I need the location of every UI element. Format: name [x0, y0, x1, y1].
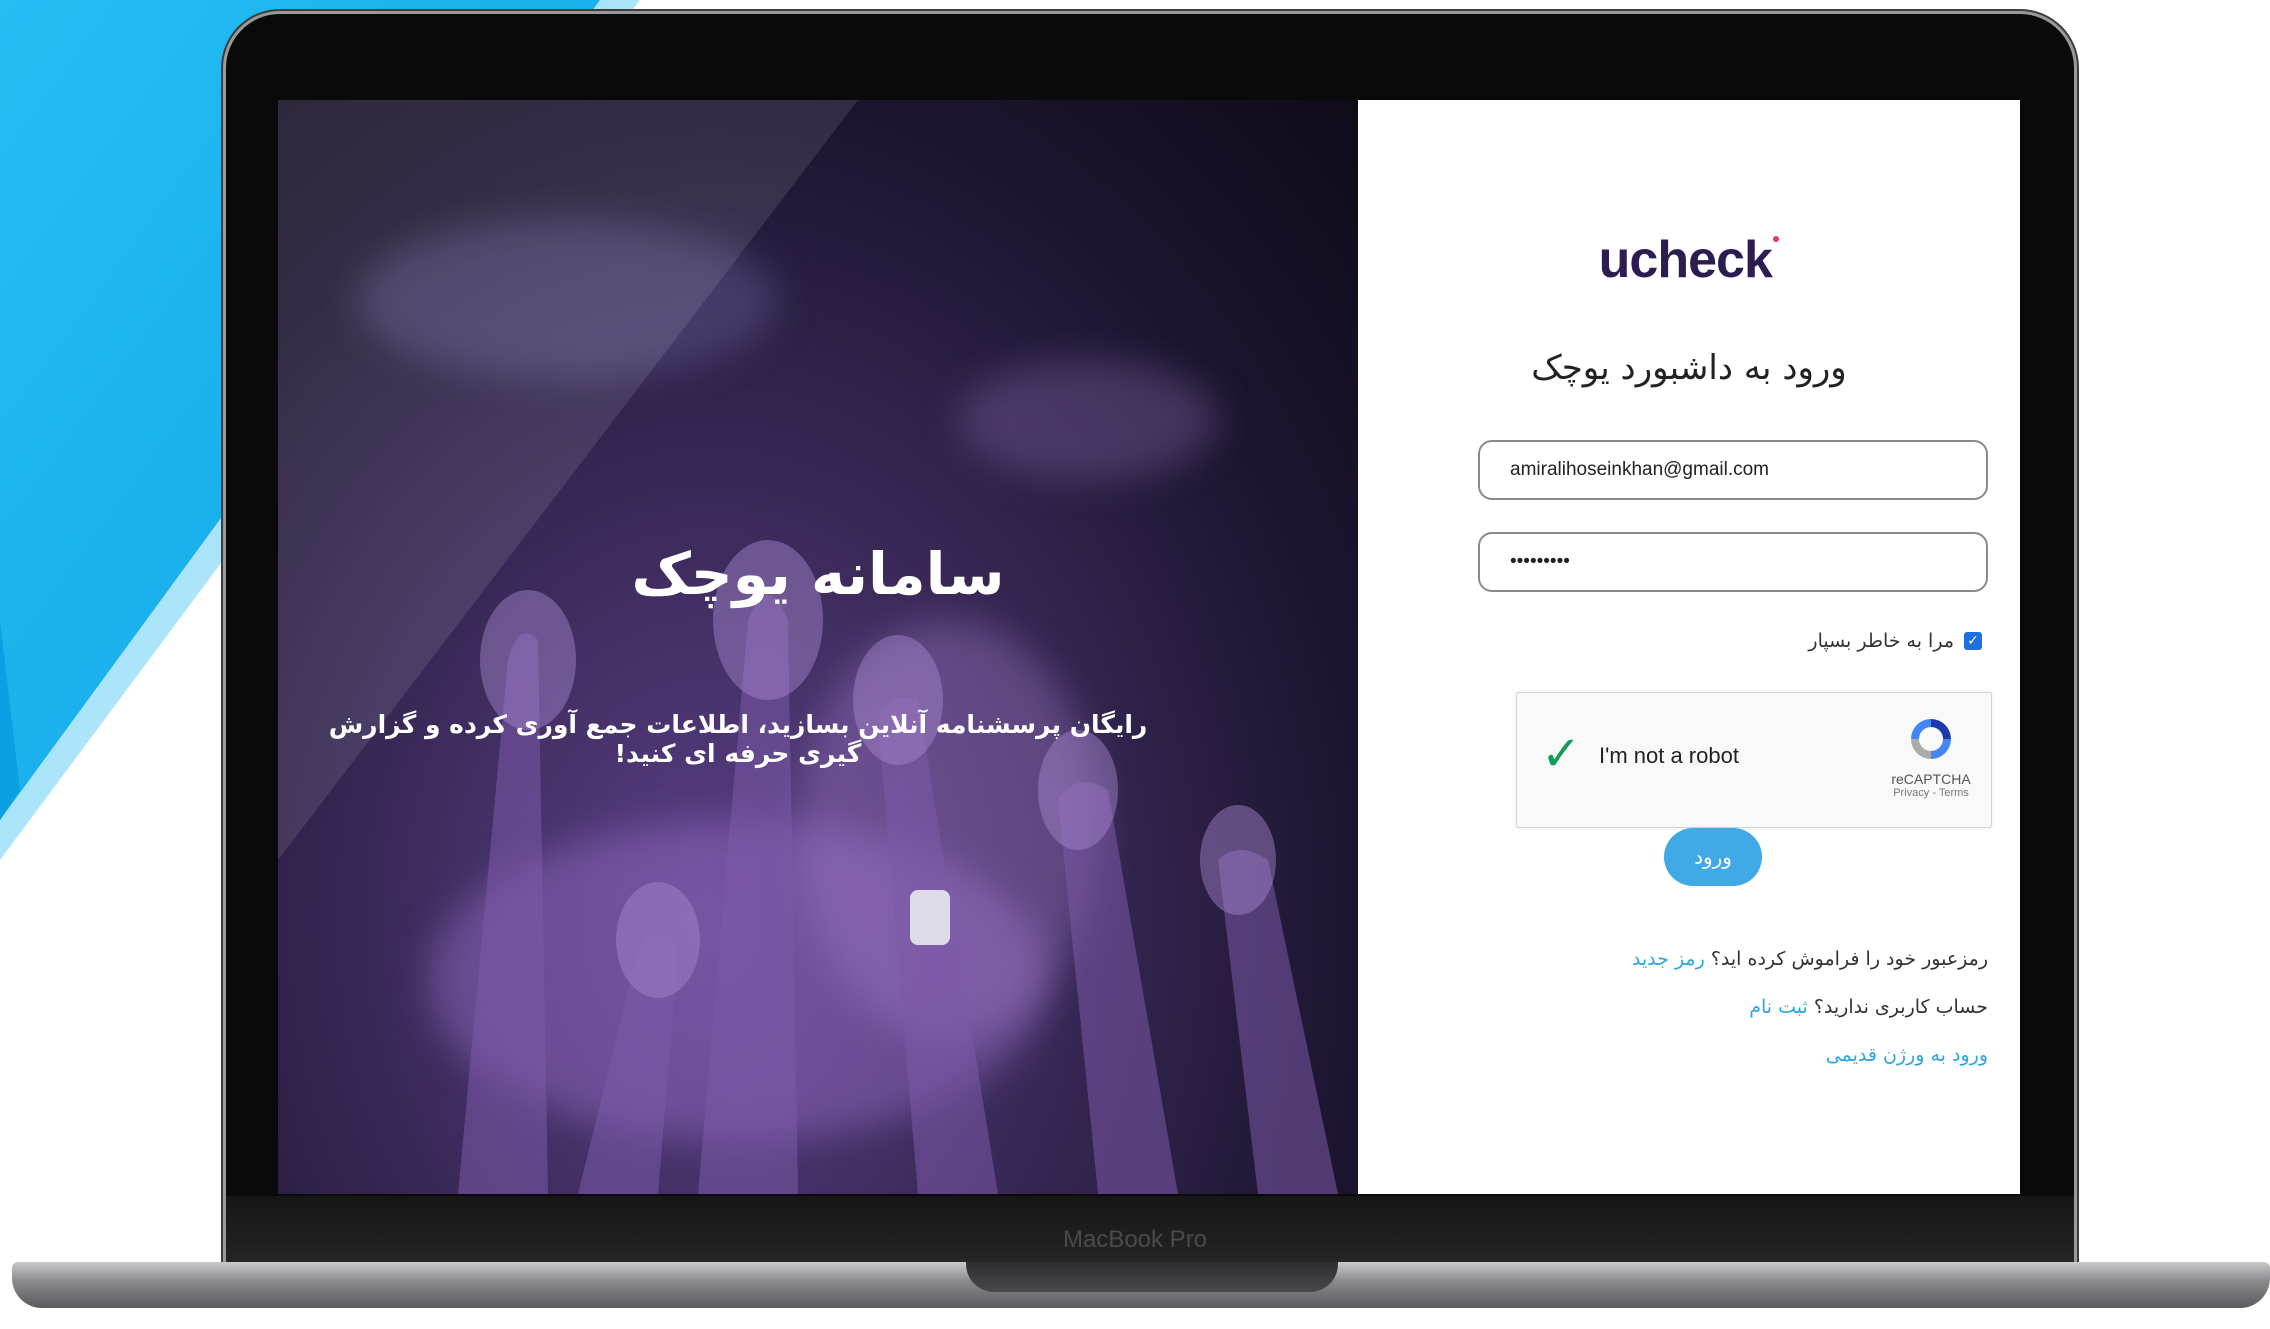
recaptcha-logo: reCAPTCHA Privacy - Terms [1891, 713, 1971, 799]
laptop-base-notch [966, 1262, 1338, 1292]
email-value: amiralihoseinkhan@gmail.com [1510, 459, 1770, 480]
register-link[interactable]: ثبت نام [1749, 996, 1808, 1018]
new-password-link[interactable]: رمز جدید [1632, 948, 1705, 970]
captcha-label: I'm not a robot [1599, 743, 1739, 768]
register-line: حساب کاربری ندارید؟ ثبت نام [1749, 996, 1988, 1018]
login-button[interactable]: ورود [1664, 828, 1762, 886]
laptop-screen: سامانه یوچک رایگان پرسشنامه آنلاین بسازی… [278, 100, 2020, 1194]
captcha-checkmark-icon[interactable]: ✓ [1541, 729, 1591, 779]
email-field[interactable]: amiralihoseinkhan@gmail.com [1478, 440, 1988, 500]
recaptcha-links[interactable]: Privacy - Terms [1891, 787, 1971, 799]
old-version-link[interactable]: ورود به ورژن قدیمی [1826, 1044, 1988, 1066]
marketing-stage: سامانه یوچک رایگان پرسشنامه آنلاین بسازی… [0, 0, 2270, 1329]
remember-me[interactable]: ✓ مرا به خاطر بسپار [1808, 630, 1982, 652]
password-field[interactable]: ••••••••• [1478, 532, 1988, 592]
forgot-password-line: رمزعبور خود را فراموش کرده اید؟ رمز جدید [1632, 948, 1988, 970]
login-panel: ucheck● ورود به داشبورد یوچک amiralihose… [1358, 100, 2020, 1194]
hero-title: سامانه یوچک [631, 540, 1005, 608]
recaptcha-brand: reCAPTCHA [1891, 771, 1971, 787]
login-title: ورود به داشبورد یوچک [1531, 348, 1847, 388]
password-value: ••••••••• [1510, 551, 1570, 572]
crowd-hands-illustration [458, 540, 1338, 1194]
hero-subtitle: رایگان پرسشنامه آنلاین بسازید، اطلاعات ج… [328, 710, 1148, 768]
remember-label: مرا به خاطر بسپار [1808, 630, 1954, 652]
ucheck-logo: ucheck● [1598, 230, 1781, 289]
no-account-text: حساب کاربری ندارید؟ [1813, 996, 1988, 1018]
forgot-text: رمزعبور خود را فراموش کرده اید؟ [1710, 948, 1988, 970]
recaptcha-widget[interactable]: ✓ I'm not a robot reCAPTCHA Privacy - Te… [1516, 692, 1992, 828]
remember-checkbox[interactable]: ✓ [1964, 632, 1982, 650]
recaptcha-icon [1911, 719, 1951, 759]
old-version-line: ورود به ورژن قدیمی [1826, 1044, 1988, 1066]
device-label: MacBook Pro [1062, 1226, 1208, 1253]
hero-panel: سامانه یوچک رایگان پرسشنامه آنلاین بسازی… [278, 100, 1358, 1194]
